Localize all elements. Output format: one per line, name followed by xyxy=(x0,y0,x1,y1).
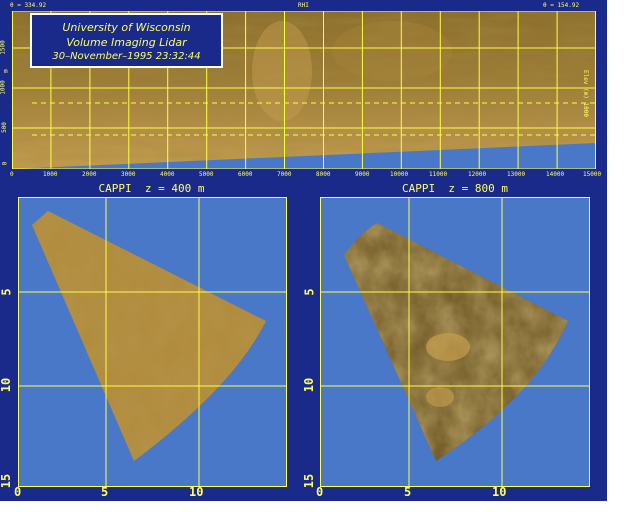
cappi-right-plot xyxy=(320,197,590,487)
cappi-right-x-tick: 0 xyxy=(316,485,324,499)
rhi-x-tick: 0 xyxy=(10,171,14,178)
rhi-header-right: θ = 154.92 xyxy=(543,2,580,9)
title-line-3: 30–November–1995 23:32:44 xyxy=(52,51,201,62)
rhi-x-tick: 13000 xyxy=(507,171,526,178)
rhi-panel: θ = 334.92 RHI θ = 154.92 0 500 1000 150… xyxy=(0,0,607,181)
cappi-right-y-tick: 5 xyxy=(302,288,317,296)
rhi-x-tick: 4000 xyxy=(160,171,175,178)
cappi-left-x-tick: 5 xyxy=(101,485,109,499)
rhi-right-label: Elev (m) 1000 xyxy=(581,70,589,117)
cappi-right-y-tick: 15 xyxy=(302,473,317,489)
rhi-y-tick-500: 500 xyxy=(0,122,8,133)
cappi-left-panel: CAPPI z = 400 m 5 10 15 0 5 10 xyxy=(0,181,303,501)
title-box: University of Wisconsin Volume Imaging L… xyxy=(30,13,223,68)
cappi-left-y-tick: 15 xyxy=(0,473,14,489)
rhi-x-tick: 7000 xyxy=(277,171,292,178)
cappi-right-panel: CAPPI z = 800 m 5 10 15 0 5 10 xyxy=(302,181,607,501)
rhi-y-unit: m xyxy=(4,68,8,75)
cappi-left-x-tick: 10 xyxy=(189,485,204,499)
rhi-x-tick: 5000 xyxy=(199,171,214,178)
rhi-x-tick: 9000 xyxy=(355,171,370,178)
cappi-right-title: CAPPI z = 800 m xyxy=(402,182,508,195)
cappi-right-x-tick: 10 xyxy=(492,485,507,499)
rhi-x-tick: 3000 xyxy=(121,171,136,178)
rhi-x-tick: 8000 xyxy=(316,171,331,178)
cappi-left-x-tick: 0 xyxy=(14,485,22,499)
rhi-x-tick: 11000 xyxy=(429,171,448,178)
rhi-y-tick-1500: 1500 xyxy=(0,40,7,55)
rhi-y-tick-1000: 1000 xyxy=(0,80,7,95)
cappi-left-y-tick: 10 xyxy=(0,377,14,393)
rhi-x-tick: 14000 xyxy=(546,171,565,178)
rhi-x-tick: 15000 xyxy=(583,171,602,178)
cappi-right-y-tick: 10 xyxy=(302,377,317,393)
rhi-header-left: θ = 334.92 xyxy=(10,2,47,9)
cappi-left-y-tick: 5 xyxy=(0,288,14,296)
rhi-x-ticks: 0 1000 2000 3000 4000 5000 6000 7000 800… xyxy=(0,171,607,179)
title-line-2: Volume Imaging Lidar xyxy=(66,36,187,49)
rhi-x-tick: 1000 xyxy=(43,171,58,178)
rhi-x-tick: 2000 xyxy=(82,171,97,178)
rhi-x-tick: 6000 xyxy=(238,171,253,178)
rhi-x-tick: 12000 xyxy=(468,171,487,178)
rhi-header-center: RHI xyxy=(298,2,309,9)
title-line-1: University of Wisconsin xyxy=(62,21,191,34)
cappi-right-x-tick: 5 xyxy=(404,485,412,499)
cappi-left-title: CAPPI z = 400 m xyxy=(98,182,205,195)
cappi-left-plot xyxy=(18,197,287,487)
rhi-x-tick: 10000 xyxy=(390,171,409,178)
rhi-y-tick-0: 0 xyxy=(1,161,9,166)
